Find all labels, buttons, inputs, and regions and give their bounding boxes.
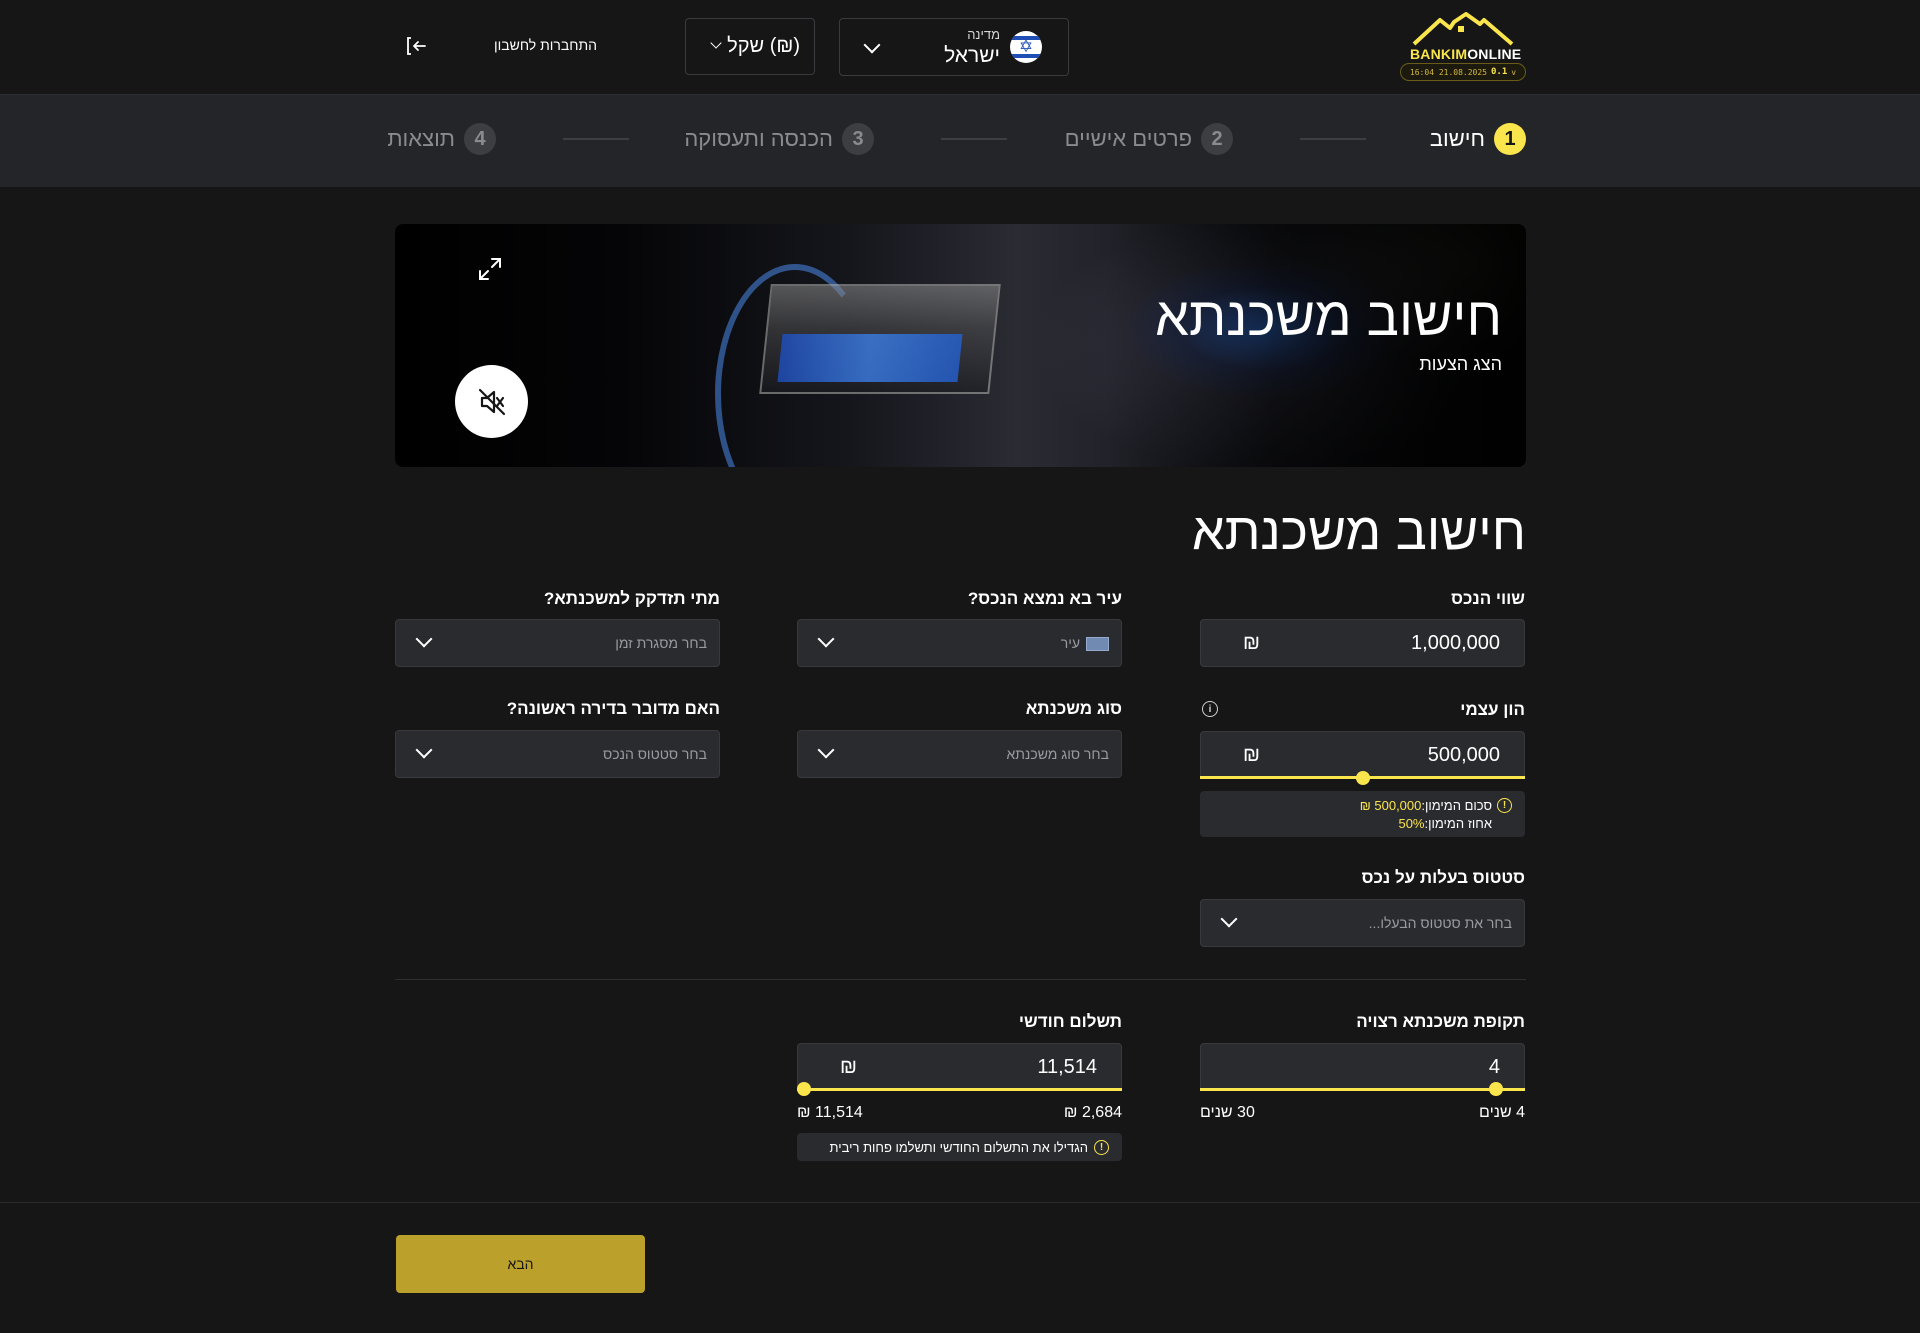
period-value: 4 [1488,1056,1500,1078]
step-3-number: 3 [842,123,874,155]
monthly-payment-slider-track[interactable] [797,1088,1122,1091]
when-needed-label: מתי תזדקק למשכנתא? [543,589,720,608]
period-slider-thumb[interactable] [1489,1082,1504,1096]
financing-amount: סכום המימון:500,000 ₪ [1359,798,1492,813]
chevron-down-icon [1220,910,1238,928]
payment-tip-text: הגדילו את התשלום החודשי ותשלמו פחות ריבי… [829,1140,1088,1155]
monthly-payment-input[interactable]: 11,514 ₪ [797,1043,1122,1091]
version-number: 0.1 [1490,67,1508,77]
equity-amount: 500,000 [1427,744,1500,766]
property-value-input[interactable]: 1,000,000 ₪ [1200,619,1525,667]
step-connector [563,138,629,140]
video-subtitle: הצג הצעות [1419,354,1502,374]
warning-icon: ! [1094,1140,1109,1155]
equity-slider-thumb[interactable] [1355,771,1370,785]
page-title: חישוב משכנתא [1191,503,1526,561]
ownership-status-label: סטטוס בעלות על נכס [1361,868,1525,887]
step-2-label[interactable]: פרטים אישיים [1065,126,1192,152]
step-connector [1300,138,1366,140]
top-header: BANKIMONLINE 16:04 21.08.2025 0.1 v ✡ מד… [0,0,1920,95]
first-apartment-select[interactable]: בחר סטטוס הנכס [395,730,720,778]
first-apartment-label: האם מדובר בדירה ראשונה? [506,699,720,718]
step-3-label[interactable]: הכנסה ותעסוקה [684,126,833,152]
property-value-amount: 1,000,000 [1411,632,1500,654]
version-prefix: v [1511,67,1517,77]
video-scene-pool [777,334,963,382]
property-value-label: שווי הנכס [1451,589,1525,608]
financing-info-box: ! סכום המימון:500,000 ₪ אחוז המימון:50% [1200,791,1525,837]
chevron-down-icon [710,37,722,49]
shekel-sign: ₪ [840,1056,857,1078]
monthly-payment-amount: 11,514 [1037,1056,1097,1078]
currency-selector[interactable]: (₪) שקל [685,18,815,75]
intro-video[interactable]: חישוב משכנתא הצג הצעות [395,224,1526,467]
city-select[interactable]: עיר [797,619,1122,667]
ownership-status-select[interactable]: בחר את סטטוס הבעלו... [1200,899,1525,947]
section-divider [395,979,1526,980]
period-input[interactable]: 4 [1200,1043,1525,1091]
step-4-label[interactable]: תוצאות [387,126,455,152]
step-2-number: 2 [1201,123,1233,155]
expand-icon[interactable] [477,256,503,282]
city-placeholder: עיר [1061,635,1109,652]
period-max-label: 30 שנים [1200,1104,1255,1121]
next-button[interactable]: הבא [396,1235,645,1293]
country-selector[interactable]: ✡ מדינה ישראל [839,18,1069,76]
ownership-status-placeholder: בחר את סטטוס הבעלו... [1368,915,1512,931]
build-timestamp: 16:04 21.08.2025 [1409,67,1487,77]
bankimonline-logo[interactable]: BANKIMONLINE 16:04 21.08.2025 0.1 v [1400,10,1526,84]
period-slider-track[interactable] [1200,1088,1525,1091]
progress-stepper: 1 חישוב 2 פרטים אישיים 3 הכנסה ותעסוקה 4… [0,95,1920,187]
when-needed-select[interactable]: בחר מסגרת זמן [395,619,720,667]
chevron-down-icon [415,741,433,759]
house-roof-icon [1412,12,1514,46]
monthly-payment-slider-thumb[interactable] [797,1082,811,1096]
mortgage-type-select[interactable]: בחר סוג משכנתא [797,730,1122,778]
financing-percent: אחוז המימון:50% [1398,816,1492,831]
mortgage-type-label: סוג משכנתא [1025,699,1122,718]
step-4-number: 4 [464,123,496,155]
chevron-down-icon [817,741,835,759]
login-arrow-icon[interactable] [405,34,429,58]
israel-flag-icon: ✡ [1010,31,1042,63]
payment-min-label: 2,684 ₪ [1063,1104,1122,1121]
chevron-down-icon [817,630,835,648]
step-connector [941,138,1007,140]
chevron-down-icon [863,36,881,54]
version-badge: 16:04 21.08.2025 0.1 v [1400,63,1526,81]
footer-divider [0,1202,1920,1203]
step-1-label[interactable]: חישוב [1430,126,1485,152]
shekel-sign: ₪ [1243,744,1260,766]
step-1-number: 1 [1494,123,1526,155]
currency-value: (₪) שקל [727,35,800,57]
monthly-payment-label: תשלום חודשי [1018,1012,1122,1031]
country-value: ישראל [944,44,1000,67]
payment-tip: ! הגדילו את התשלום החודשי ותשלמו פחות רי… [797,1133,1122,1161]
info-icon[interactable]: i [1202,701,1218,717]
mortgage-type-placeholder: בחר סוג משכנתא [1006,746,1109,762]
city-chip-icon [1086,637,1109,652]
mute-button[interactable] [455,365,528,438]
period-min-label: 4 שנים [1479,1104,1525,1121]
warning-icon: ! [1497,798,1512,813]
when-needed-placeholder: בחר מסגרת זמן [615,635,707,651]
shekel-sign: ₪ [1243,632,1260,654]
login-link[interactable]: התחברות לחשבון [494,37,597,53]
logo-brand: BANKIMONLINE [1410,46,1522,62]
period-label: תקופת משכנתא רצויה [1356,1012,1525,1031]
chevron-down-icon [415,630,433,648]
equity-label: הון עצמי [1460,700,1525,719]
first-apartment-placeholder: בחר סטטוס הנכס [603,746,707,762]
country-label: מדינה [967,27,1000,42]
video-title: חישוב משכנתא [1155,287,1502,347]
payment-max-label: 11,514 ₪ [797,1104,863,1121]
city-label: עיר בא נמצא הנכס? [967,589,1122,608]
muted-speaker-icon [478,388,505,415]
